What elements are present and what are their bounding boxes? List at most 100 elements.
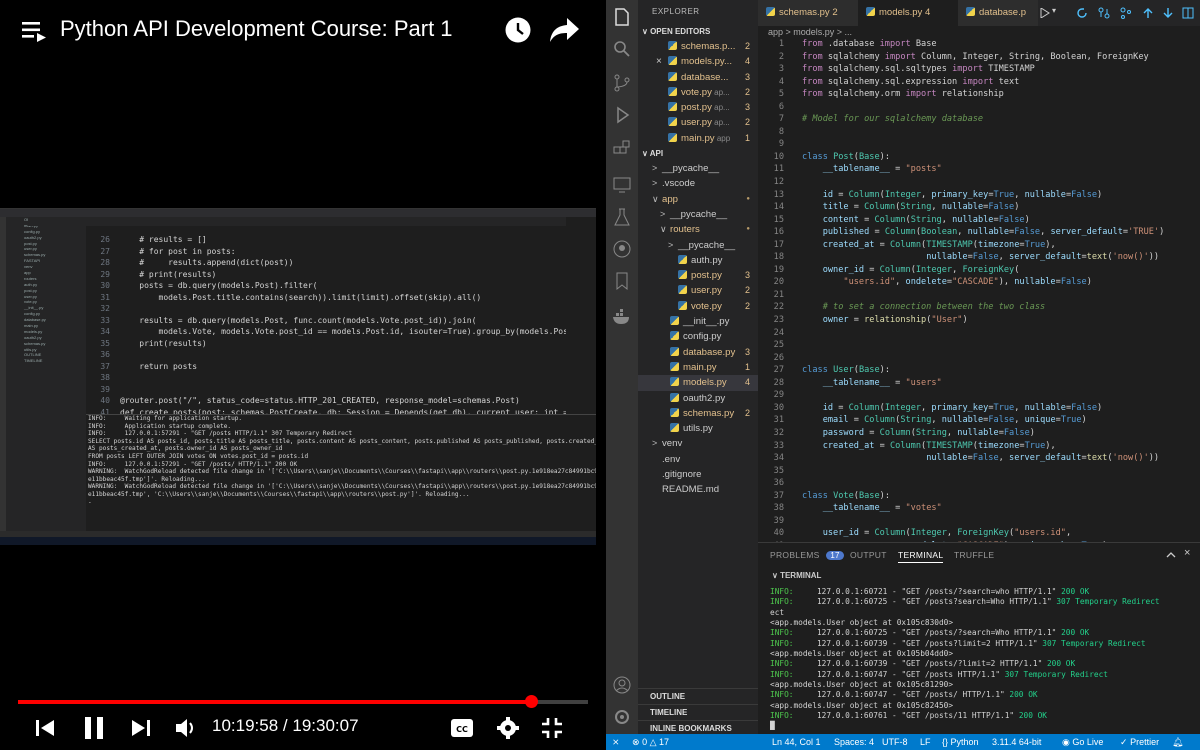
- tab-truffle[interactable]: TRUFFLE: [954, 550, 994, 560]
- settings-icon[interactable]: [496, 714, 520, 742]
- file-item[interactable]: utils.py: [638, 421, 758, 436]
- open-editor-item[interactable]: user.py ap... 2: [638, 115, 758, 130]
- previous-icon[interactable]: [34, 714, 56, 742]
- split-editor-icon[interactable]: [1182, 7, 1194, 19]
- file-item[interactable]: oauth2.py: [638, 391, 758, 406]
- folder-item[interactable]: ∨ app ●: [638, 192, 758, 207]
- tab-database[interactable]: database.p: [958, 0, 1038, 26]
- code-text: user_id = Column(Integer, ForeignKey("us…: [822, 528, 1072, 539]
- run-icon[interactable]: [1040, 8, 1050, 18]
- file-item[interactable]: __init__.py: [638, 314, 758, 329]
- account-icon[interactable]: [611, 674, 633, 696]
- problems-status[interactable]: ⊗ 0 △ 17: [632, 734, 669, 750]
- file-item[interactable]: schemas.py 2: [638, 406, 758, 421]
- prettier[interactable]: ✓ Prettier: [1120, 734, 1159, 750]
- next-icon[interactable]: [130, 714, 152, 742]
- inline-bookmarks-section[interactable]: INLINE BOOKMARKS: [638, 720, 758, 734]
- folder-item[interactable]: > venv: [638, 436, 758, 451]
- file-item[interactable]: README.md: [638, 482, 758, 497]
- folder-item[interactable]: ∨ routers ●: [638, 222, 758, 237]
- extensions-icon[interactable]: [611, 138, 633, 160]
- open-editor-item[interactable]: post.py ap... 3: [638, 100, 758, 115]
- close-icon[interactable]: ×: [656, 54, 662, 69]
- folder-item[interactable]: > __pycache__: [638, 238, 758, 253]
- notifications-bell-icon[interactable]: 🔔︎: [1172, 734, 1183, 750]
- testing-icon[interactable]: [611, 206, 633, 228]
- source-icon[interactable]: [1120, 7, 1132, 19]
- folder-item[interactable]: > .vscode: [638, 176, 758, 191]
- search-icon[interactable]: [611, 38, 633, 60]
- code-line: 12: [758, 176, 1200, 189]
- bookmarks-icon[interactable]: [611, 270, 633, 292]
- code-editor[interactable]: 1 from .database import Base 2 from sqlalch…: [758, 38, 1200, 542]
- open-editor-item[interactable]: vote.py ap... 2: [638, 85, 758, 100]
- folder-item[interactable]: > __pycache__: [638, 207, 758, 222]
- file-item[interactable]: database.py 3: [638, 345, 758, 360]
- progress-bar[interactable]: [18, 695, 588, 708]
- file-item[interactable]: models.py 4: [638, 375, 758, 391]
- python-interpreter[interactable]: 3.11.4 64-bit: [992, 734, 1041, 750]
- tree-item-label: oauth2.py: [670, 391, 725, 406]
- refresh-icon[interactable]: [1076, 7, 1088, 19]
- timeline-section[interactable]: TIMELINE: [638, 704, 758, 719]
- file-item[interactable]: main.py 1: [638, 360, 758, 375]
- go-live[interactable]: ◉ Go Live: [1062, 734, 1103, 750]
- next-change-icon[interactable]: [1162, 7, 1174, 19]
- code-line: 24: [758, 327, 1200, 340]
- terminal-section-header[interactable]: ∨ TERMINAL: [758, 569, 1200, 583]
- watch-later-icon[interactable]: [504, 16, 532, 44]
- tab-output[interactable]: OUTPUT: [850, 550, 887, 560]
- previous-change-icon[interactable]: [1142, 7, 1154, 19]
- outline-section[interactable]: OUTLINE: [638, 688, 758, 703]
- close-panel-icon[interactable]: ×: [1184, 547, 1190, 559]
- language-mode[interactable]: {} Python: [942, 734, 979, 750]
- remote-explorer-icon[interactable]: [611, 174, 633, 196]
- line-number: 14: [773, 202, 784, 213]
- open-editor-item[interactable]: database... 3: [638, 70, 758, 85]
- open-editor-item[interactable]: schemas.p... 2: [638, 39, 758, 54]
- open-editor-item[interactable]: main.py app 1: [638, 131, 758, 146]
- end-of-line[interactable]: LF: [920, 734, 931, 750]
- terminal-output[interactable]: INFO: 127.0.0.1:60721 - "GET /posts/?sea…: [770, 587, 1196, 733]
- indentation[interactable]: Spaces: 4: [834, 734, 874, 750]
- queue-icon[interactable]: [22, 20, 46, 42]
- compare-icon[interactable]: [1098, 7, 1110, 19]
- remote-indicator-icon[interactable]: ⨯: [612, 734, 620, 750]
- video-title[interactable]: Python API Development Course: Part 1: [60, 16, 453, 42]
- api-folder-header[interactable]: ∨ API: [638, 146, 758, 161]
- open-editor-item[interactable]: × models.py... 4: [638, 54, 758, 69]
- file-item[interactable]: .gitignore: [638, 467, 758, 482]
- file-item[interactable]: auth.py: [638, 253, 758, 268]
- github-icon[interactable]: [611, 238, 633, 260]
- run-debug-icon[interactable]: [611, 104, 633, 126]
- file-item[interactable]: vote.py 2: [638, 299, 758, 314]
- explorer-icon[interactable]: [611, 6, 633, 28]
- cursor-position[interactable]: Ln 44, Col 1: [772, 734, 821, 750]
- docker-icon[interactable]: [611, 306, 633, 328]
- line-number: 8: [778, 126, 784, 137]
- tab-models[interactable]: models.py 4: [858, 0, 958, 26]
- run-dropdown-icon[interactable]: ▾: [1052, 6, 1056, 15]
- file-item[interactable]: user.py 2: [638, 283, 758, 298]
- pause-icon[interactable]: [82, 714, 106, 742]
- encoding[interactable]: UTF-8: [882, 734, 908, 750]
- tab-terminal[interactable]: TERMINAL: [898, 550, 944, 563]
- inner-window-titlebar: [0, 209, 596, 217]
- file-item[interactable]: config.py: [638, 329, 758, 344]
- share-icon[interactable]: [548, 16, 580, 44]
- captions-icon[interactable]: CC: [450, 714, 474, 742]
- volume-icon[interactable]: [174, 714, 198, 742]
- maximize-panel-icon[interactable]: [1166, 550, 1176, 560]
- video-player[interactable]: Python API Development Course: Part 1 OP…: [0, 0, 606, 750]
- tab-problems[interactable]: PROBLEMS 17: [770, 550, 844, 560]
- breadcrumb[interactable]: app > models.py > ...: [758, 26, 1200, 38]
- open-editors-header[interactable]: ∨ OPEN EDITORS: [638, 24, 758, 39]
- file-item[interactable]: .env: [638, 452, 758, 467]
- tab-schemas[interactable]: schemas.py 2: [758, 0, 858, 26]
- progress-scrubber[interactable]: [525, 695, 538, 708]
- manage-gear-icon[interactable]: [611, 706, 633, 728]
- file-item[interactable]: post.py 3: [638, 268, 758, 283]
- fullscreen-exit-icon[interactable]: [540, 714, 564, 742]
- source-control-icon[interactable]: [611, 72, 633, 94]
- folder-item[interactable]: > __pycache__: [638, 161, 758, 176]
